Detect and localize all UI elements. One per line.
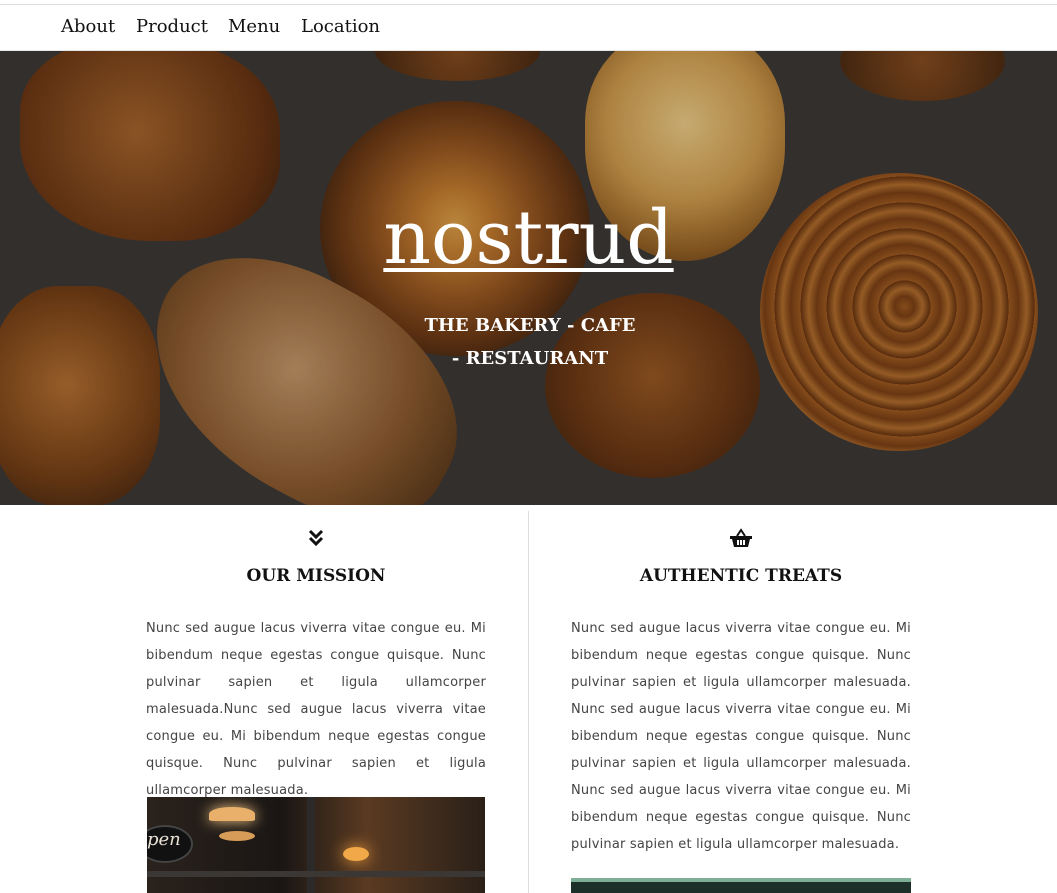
window-sign-text: pen — [147, 829, 181, 850]
window-frame — [147, 871, 485, 877]
mission-heading: OUR MISSION — [246, 566, 386, 586]
hero-title: nostrud — [383, 195, 674, 281]
treats-heading: AUTHENTIC TREATS — [639, 566, 843, 586]
nav-link-about[interactable]: About — [61, 16, 115, 37]
pendant-lamp — [219, 831, 255, 841]
top-nav: About Product Menu Location — [0, 5, 1057, 51]
mission-text: Nunc sed augue lacus viverra vitae congu… — [146, 621, 486, 798]
treats-text: Nunc sed augue lacus viverra vitae congu… — [571, 621, 911, 852]
basket-icon — [729, 527, 753, 549]
nav-link-product[interactable]: Product — [136, 16, 208, 37]
nav-link-location[interactable]: Location — [301, 16, 380, 37]
column-divider — [528, 511, 529, 893]
pendant-lamp — [209, 807, 255, 821]
double-chevron-down-icon — [304, 527, 328, 549]
hero-subtitle: THE BAKERY - CAFE - RESTAURANT — [424, 315, 636, 369]
nav-link-menu[interactable]: Menu — [228, 16, 280, 37]
hero-banner: nostrud THE BAKERY - CAFE - RESTAURANT — [0, 51, 1057, 505]
window-frame — [307, 797, 315, 893]
treats-photo — [571, 878, 911, 893]
pendant-lamp — [343, 847, 369, 861]
cafe-photo: pen — [147, 797, 485, 893]
